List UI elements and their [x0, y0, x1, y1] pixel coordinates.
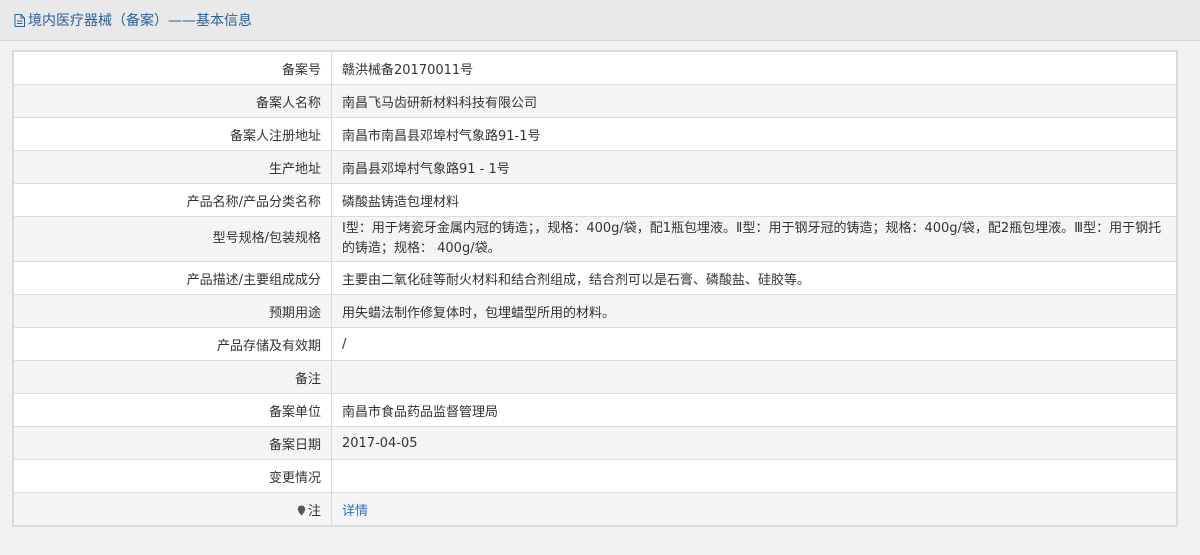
row-label: 注	[307, 503, 321, 519]
table-row: 注 详情	[13, 492, 1177, 526]
table-row: 备注	[13, 360, 1177, 394]
row-value: 南昌市食品药品监督管理局	[331, 393, 1177, 427]
row-value: 赣洪械备20170011号	[331, 51, 1177, 85]
row-label: 备注	[13, 360, 332, 394]
document-icon	[14, 13, 25, 27]
row-label: 备案号	[13, 51, 332, 85]
row-label: 备案人注册地址	[13, 117, 332, 151]
table-row: 产品描述/主要组成成分 主要由二氧化硅等耐火材料和结合剂组成，结合剂可以是石膏、…	[13, 261, 1177, 295]
note-label-cell: 注	[13, 492, 332, 526]
table-row: 预期用途 用失蜡法制作修复体时，包埋蜡型所用的材料。	[13, 294, 1177, 328]
row-value: 用失蜡法制作修复体时，包埋蜡型所用的材料。	[331, 294, 1177, 328]
row-value	[331, 459, 1177, 493]
table-row: 备案日期 2017-04-05	[13, 426, 1177, 460]
table-row: 备案号 赣洪械备20170011号	[13, 51, 1177, 85]
row-value	[331, 360, 1177, 394]
info-table: 备案号 赣洪械备20170011号 备案人名称 南昌飞马齿研新材料科技有限公司 …	[13, 51, 1177, 526]
row-label: 备案日期	[13, 426, 332, 460]
row-label: 备案单位	[13, 393, 332, 427]
row-label: 产品描述/主要组成成分	[13, 261, 332, 295]
page-header: 境内医疗器械（备案）——基本信息	[0, 0, 1200, 41]
details-cell: 详情	[331, 492, 1177, 526]
row-label: 产品存储及有效期	[13, 327, 332, 361]
table-row: 生产地址 南昌县邓埠村气象路91 - 1号	[13, 150, 1177, 184]
table-row: 备案人注册地址 南昌市南昌县邓埠村气象路91-1号	[13, 117, 1177, 151]
row-value: 南昌飞马齿研新材料科技有限公司	[331, 84, 1177, 118]
page-title: 境内医疗器械（备案）——基本信息	[28, 13, 252, 29]
info-panel: 备案号 赣洪械备20170011号 备案人名称 南昌飞马齿研新材料科技有限公司 …	[12, 50, 1178, 527]
row-value: 南昌县邓埠村气象路91 - 1号	[331, 150, 1177, 184]
row-label: 生产地址	[13, 150, 332, 184]
table-row: 产品名称/产品分类名称 磷酸盐铸造包埋材料	[13, 183, 1177, 217]
row-value: 2017-04-05	[331, 426, 1177, 460]
details-link[interactable]: 详情	[342, 504, 368, 519]
map-pin-icon	[297, 505, 306, 515]
table-row: 型号规格/包装规格 Ⅰ型：用于烤瓷牙金属内冠的铸造；，规格：400g/袋，配1瓶…	[13, 216, 1177, 262]
table-row: 备案单位 南昌市食品药品监督管理局	[13, 393, 1177, 427]
row-value: 主要由二氧化硅等耐火材料和结合剂组成，结合剂可以是石膏、磷酸盐、硅胶等。	[331, 261, 1177, 295]
row-value: Ⅰ型：用于烤瓷牙金属内冠的铸造；，规格：400g/袋，配1瓶包埋液。Ⅱ型：用于钢…	[331, 216, 1177, 262]
table-row: 变更情况	[13, 459, 1177, 493]
row-value: 磷酸盐铸造包埋材料	[331, 183, 1177, 217]
row-value: /	[331, 327, 1177, 361]
table-row: 备案人名称 南昌飞马齿研新材料科技有限公司	[13, 84, 1177, 118]
row-value: 南昌市南昌县邓埠村气象路91-1号	[331, 117, 1177, 151]
table-row: 产品存储及有效期 /	[13, 327, 1177, 361]
row-label: 产品名称/产品分类名称	[13, 183, 332, 217]
row-label: 型号规格/包装规格	[13, 216, 332, 262]
row-label: 变更情况	[13, 459, 332, 493]
row-label: 预期用途	[13, 294, 332, 328]
row-label: 备案人名称	[13, 84, 332, 118]
